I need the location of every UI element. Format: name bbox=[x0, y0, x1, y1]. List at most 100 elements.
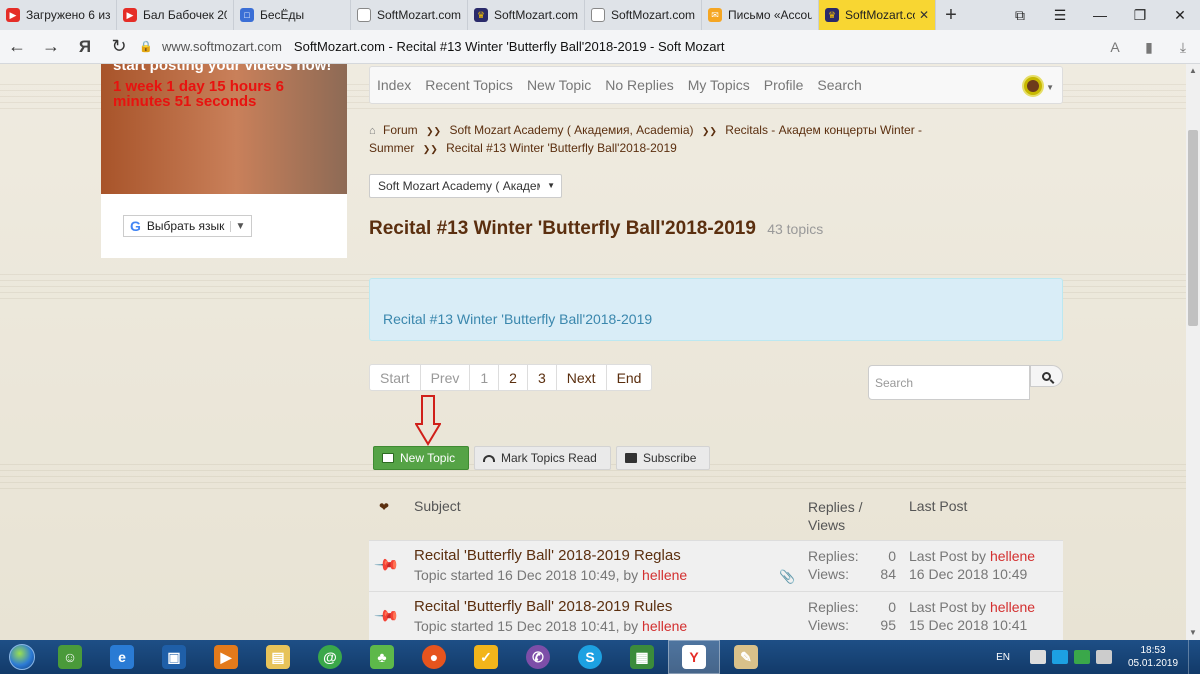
taskbar-app[interactable]: ✎ bbox=[720, 640, 772, 674]
network-icon[interactable] bbox=[1030, 650, 1046, 664]
browser-tab[interactable]: SoftMozart.com bbox=[351, 0, 468, 30]
download-icon[interactable]: ⤓ bbox=[1166, 30, 1200, 64]
bookmark-icon[interactable]: ▮ bbox=[1132, 30, 1166, 64]
last-post-date[interactable]: 15 Dec 2018 10:41 bbox=[909, 616, 1035, 634]
breadcrumb-item[interactable]: Soft Mozart Academy ( Академия, Academia… bbox=[449, 123, 693, 137]
taskbar-app[interactable]: ▶ bbox=[200, 640, 252, 674]
menu-item-no-replies[interactable]: No Replies bbox=[598, 77, 680, 93]
browser-tab[interactable]: □ БесЁды bbox=[234, 0, 351, 30]
promo-text: start posting your videos now! bbox=[113, 64, 332, 74]
browser-tab[interactable]: ✉ Письмо «Accou bbox=[702, 0, 819, 30]
chat-icon: □ bbox=[240, 8, 254, 22]
taskbar-app[interactable]: ♣ bbox=[356, 640, 408, 674]
browser-tab-active[interactable]: ♛ SoftMozart.co ✕ bbox=[819, 0, 936, 30]
menu-item-new-topic[interactable]: New Topic bbox=[520, 77, 598, 93]
menu-item-my-topics[interactable]: My Topics bbox=[681, 77, 757, 93]
menu-item-recent-topics[interactable]: Recent Topics bbox=[418, 77, 520, 93]
tab-label: Загружено 6 из bbox=[26, 8, 110, 22]
taskbar-app[interactable]: ☺ bbox=[44, 640, 96, 674]
url-page-title[interactable]: SoftMozart.com - Recital #13 Winter 'But… bbox=[294, 39, 725, 54]
page-scrollbar[interactable]: ▲ ▼ bbox=[1186, 64, 1200, 640]
pagination-page-2[interactable]: 2 bbox=[498, 365, 527, 390]
menu-item-profile[interactable]: Profile bbox=[757, 77, 811, 93]
menu-item-index[interactable]: Index bbox=[370, 77, 418, 93]
search-button[interactable] bbox=[1030, 365, 1063, 387]
taskbar-app[interactable]: ▦ bbox=[616, 640, 668, 674]
bookmarks-icon[interactable]: ⧉ bbox=[1000, 0, 1040, 30]
new-tab-button[interactable]: + bbox=[936, 0, 966, 30]
taskbar-app[interactable]: ● bbox=[408, 640, 460, 674]
taskbar-app[interactable]: e bbox=[96, 640, 148, 674]
browser-tab[interactable]: ▶ Бал Бабочек 20 bbox=[117, 0, 234, 30]
taskbar-app[interactable]: ▣ bbox=[148, 640, 200, 674]
last-post-date[interactable]: 16 Dec 2018 10:49 bbox=[909, 565, 1035, 583]
replies-label: Replies: bbox=[808, 599, 859, 615]
translate-icon[interactable]: A bbox=[1098, 30, 1132, 64]
close-window-button[interactable]: ✕ bbox=[1160, 0, 1200, 30]
pagination-start[interactable]: Start bbox=[370, 365, 420, 390]
yandex-icon[interactable]: Я bbox=[68, 30, 102, 64]
browser-tab[interactable]: ♛ SoftMozart.com bbox=[468, 0, 585, 30]
close-icon[interactable]: ✕ bbox=[919, 8, 929, 22]
pagination-page-1[interactable]: 1 bbox=[469, 365, 498, 390]
media-center-icon: ▣ bbox=[162, 645, 186, 669]
taskbar-app[interactable]: S bbox=[564, 640, 616, 674]
topic-author[interactable]: hellene bbox=[642, 567, 687, 583]
skype-tray-icon[interactable] bbox=[1052, 650, 1068, 664]
taskbar-app[interactable]: ▤ bbox=[252, 640, 304, 674]
page-title-text: Recital #13 Winter 'Butterfly Ball'2018-… bbox=[369, 218, 756, 239]
softmozart-icon: ♛ bbox=[825, 8, 839, 22]
pagination-prev[interactable]: Prev bbox=[419, 365, 470, 390]
search-input[interactable]: Search bbox=[868, 365, 1030, 400]
lock-icon[interactable]: 🔒 bbox=[136, 40, 156, 53]
last-post-author[interactable]: hellene bbox=[990, 548, 1035, 564]
forward-arrow-icon[interactable]: → bbox=[34, 30, 68, 64]
avatar[interactable] bbox=[1022, 75, 1044, 97]
clock[interactable]: 18:53 05.01.2019 bbox=[1118, 644, 1188, 670]
pagination-page-3[interactable]: 3 bbox=[526, 365, 556, 390]
show-desktop-button[interactable] bbox=[1188, 640, 1200, 674]
taskbar-app[interactable]: @ bbox=[304, 640, 356, 674]
youtube-icon: ▶ bbox=[123, 8, 137, 22]
yandex-browser-icon: Y bbox=[682, 645, 706, 669]
minimize-button[interactable]: — bbox=[1080, 0, 1120, 30]
reload-icon[interactable]: ↻ bbox=[102, 30, 136, 64]
back-arrow-icon[interactable]: ← bbox=[0, 30, 34, 64]
menu-icon[interactable]: ☰ bbox=[1040, 0, 1080, 30]
category-select[interactable]: Soft Mozart Academy ( Академия, Academia… bbox=[369, 174, 562, 198]
last-post-author[interactable]: hellene bbox=[990, 599, 1035, 615]
pagination-end[interactable]: End bbox=[605, 365, 652, 390]
browser-tab[interactable]: SoftMozart.com bbox=[585, 0, 702, 30]
browser-tab[interactable]: ▶ Загружено 6 из bbox=[0, 0, 117, 30]
volume-icon[interactable] bbox=[1096, 650, 1112, 664]
chevron-down-icon[interactable]: ▼ bbox=[1046, 83, 1054, 92]
breadcrumb-item[interactable]: Recital #13 Winter 'Butterfly Ball'2018-… bbox=[446, 141, 677, 155]
scrollbar-thumb[interactable] bbox=[1188, 130, 1198, 326]
taskbar-app[interactable]: ✓ bbox=[460, 640, 512, 674]
taskbar-app-active[interactable]: Y bbox=[668, 640, 720, 674]
language-indicator[interactable]: EN bbox=[996, 652, 1010, 663]
breadcrumb-item[interactable]: Forum bbox=[383, 123, 418, 137]
scroll-down-icon[interactable]: ▼ bbox=[1186, 626, 1200, 640]
sort-chevron-icon[interactable]: ❤ bbox=[379, 500, 389, 514]
pagination-next[interactable]: Next bbox=[555, 365, 606, 390]
subscribe-button[interactable]: Subscribe bbox=[616, 446, 710, 470]
new-topic-button[interactable]: New Topic bbox=[373, 446, 469, 470]
restore-button[interactable]: ❐ bbox=[1120, 0, 1160, 30]
topic-title[interactable]: Recital 'Butterfly Ball' 2018-2019 Rules bbox=[414, 598, 672, 615]
topic-author[interactable]: hellene bbox=[642, 618, 687, 634]
chevron-down-icon: ▼ bbox=[547, 181, 555, 190]
taskbar-app[interactable]: ✆ bbox=[512, 640, 564, 674]
game-icon: ♣ bbox=[370, 645, 394, 669]
url-domain[interactable]: www.softmozart.com bbox=[162, 39, 282, 54]
scroll-up-icon[interactable]: ▲ bbox=[1186, 64, 1200, 78]
start-button[interactable] bbox=[0, 640, 44, 674]
menu-item-search[interactable]: Search bbox=[810, 77, 868, 93]
folder-icon: ▤ bbox=[266, 645, 290, 669]
users-icon: ☺ bbox=[58, 645, 82, 669]
mark-topics-read-button[interactable]: Mark Topics Read bbox=[474, 446, 611, 470]
security-icon[interactable] bbox=[1074, 650, 1090, 664]
translate-select[interactable]: G Выбрать язык ▼ bbox=[123, 215, 253, 237]
topic-title[interactable]: Recital 'Butterfly Ball' 2018-2019 Regla… bbox=[414, 547, 681, 564]
topic-count: 43 topics bbox=[767, 221, 824, 237]
